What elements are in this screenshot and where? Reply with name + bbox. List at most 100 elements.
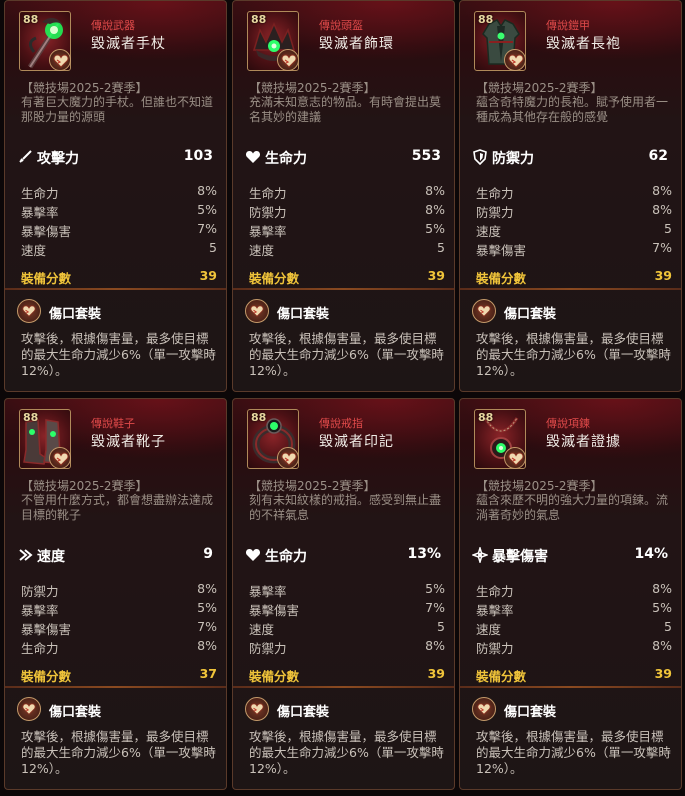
item-level: 88 bbox=[478, 411, 494, 424]
heart-icon bbox=[245, 149, 261, 165]
sub-stat-value: 8% bbox=[425, 638, 445, 653]
gear-score: 裝備分數 37 bbox=[21, 666, 217, 684]
sub-stat-row: 暴擊傷害 7% bbox=[476, 238, 672, 258]
divider bbox=[233, 288, 454, 290]
divider bbox=[460, 686, 681, 688]
main-stat-label: 防禦力 bbox=[492, 151, 534, 167]
item-description: 有著巨大魔力的手杖。但誰也不知道那股力量的源頭 bbox=[21, 95, 214, 124]
gear-score-label: 裝備分數 bbox=[21, 669, 72, 684]
gear-score: 裝備分數 39 bbox=[476, 666, 672, 684]
item-rarity: 傳說武器 bbox=[91, 19, 135, 32]
sub-stat-value: 8% bbox=[425, 202, 445, 217]
set-name: 傷口套裝 bbox=[277, 705, 330, 720]
sub-stat-value: 7% bbox=[652, 240, 672, 255]
sub-stats: 生命力 8% 防禦力 8% 暴擊率 5% 速度 5 bbox=[249, 181, 445, 258]
sub-stat-row: 暴擊傷害 7% bbox=[21, 617, 217, 637]
sub-stat-row: 生命力 8% bbox=[21, 181, 217, 201]
sub-stat-value: 8% bbox=[652, 202, 672, 217]
sub-stat-row: 暴擊率 5% bbox=[249, 579, 445, 599]
sub-stat-value: 8% bbox=[197, 183, 217, 198]
gear-score-value: 39 bbox=[654, 666, 672, 681]
item-rarity: 傳說鎧甲 bbox=[546, 19, 590, 32]
item-name: 毀滅者印記 bbox=[319, 434, 394, 450]
sub-stat-value: 5% bbox=[197, 600, 217, 615]
sub-stat-value: 8% bbox=[652, 183, 672, 198]
wound-set-icon bbox=[17, 299, 41, 323]
set-description: 攻擊後，根據傷害量，最多使目標的最大生命力減少6%（單一攻擊時12%）。 bbox=[21, 729, 216, 776]
sub-stat-value: 5% bbox=[425, 221, 445, 236]
set-name: 傷口套裝 bbox=[49, 705, 102, 720]
main-stat-value: 14% bbox=[634, 546, 668, 562]
equipment-card[interactable]: 88 傳說武器 毀滅者手杖 【競技場2025-2賽季】 有著巨大魔力的手杖。但誰… bbox=[4, 0, 227, 392]
sub-stat-row: 防禦力 8% bbox=[476, 636, 672, 656]
season-tag: 【競技場2025-2賽季】 bbox=[476, 479, 603, 493]
equipment-card[interactable]: 88 傳說戒指 毀滅者印記 【競技場2025-2賽季】 刻有未知紋樣的戒指。感受… bbox=[232, 398, 455, 790]
wound-set-icon bbox=[472, 697, 496, 721]
gear-score-label: 裝備分數 bbox=[249, 669, 300, 684]
wound-set-badge-icon bbox=[504, 447, 526, 469]
item-rarity: 傳說頭盔 bbox=[319, 19, 363, 32]
heart-icon bbox=[245, 547, 261, 563]
sub-stat-row: 暴擊率 5% bbox=[21, 200, 217, 220]
sub-stat-row: 生命力 8% bbox=[21, 636, 217, 656]
main-stat: 防禦力 62 bbox=[472, 146, 672, 168]
sub-stat-row: 生命力 8% bbox=[476, 579, 672, 599]
main-stat: 生命力 553 bbox=[245, 146, 445, 168]
sub-stat-value: 5 bbox=[664, 619, 672, 634]
sub-stat-row: 防禦力 8% bbox=[21, 579, 217, 599]
sub-stat-row: 防禦力 8% bbox=[249, 200, 445, 220]
main-stat-value: 62 bbox=[648, 148, 668, 164]
equipment-card[interactable]: 88 傳說項鍊 毀滅者證據 【競技場2025-2賽季】 蘊含來歷不明的強大力量的… bbox=[459, 398, 682, 790]
sub-stat-value: 5 bbox=[437, 619, 445, 634]
sword-icon bbox=[17, 149, 33, 165]
sub-stat-row: 速度 5 bbox=[249, 617, 445, 637]
sub-stat-row: 防禦力 8% bbox=[476, 200, 672, 220]
main-stat-value: 553 bbox=[411, 148, 441, 164]
set-description: 攻擊後，根據傷害量，最多使目標的最大生命力減少6%（單一攻擊時12%）。 bbox=[249, 729, 444, 776]
wound-set-icon bbox=[472, 299, 496, 323]
crit-damage-icon bbox=[470, 545, 490, 565]
divider bbox=[5, 686, 226, 688]
main-stat-value: 9 bbox=[203, 546, 213, 562]
gear-score: 裝備分數 39 bbox=[249, 268, 445, 286]
sub-stat-row: 生命力 8% bbox=[476, 181, 672, 201]
main-stat-value: 103 bbox=[183, 148, 213, 164]
sub-stat-value: 8% bbox=[425, 183, 445, 198]
main-stat: 生命力 13% bbox=[245, 544, 445, 566]
gear-score-value: 39 bbox=[427, 666, 445, 681]
sub-stat-value: 5% bbox=[197, 202, 217, 217]
item-rarity: 傳說戒指 bbox=[319, 417, 363, 430]
set-name: 傷口套裝 bbox=[277, 307, 330, 322]
sub-stat-value: 7% bbox=[197, 619, 217, 634]
item-level: 88 bbox=[23, 411, 39, 424]
item-rarity: 傳說鞋子 bbox=[91, 417, 135, 430]
sub-stat-value: 5 bbox=[437, 240, 445, 255]
item-description: 不管用什麼方式，都會想盡辦法達成目標的靴子 bbox=[21, 493, 214, 522]
equipment-card[interactable]: 88 傳說鎧甲 毀滅者長袍 【競技場2025-2賽季】 蘊含奇特魔力的長袍。賦予… bbox=[459, 0, 682, 392]
gear-score: 裝備分數 39 bbox=[476, 268, 672, 286]
gear-score: 裝備分數 39 bbox=[21, 268, 217, 286]
sub-stat-row: 防禦力 8% bbox=[249, 636, 445, 656]
equipment-card[interactable]: 88 傳說鞋子 毀滅者靴子 【競技場2025-2賽季】 不管用什麼方式，都會想盡… bbox=[4, 398, 227, 790]
main-stat-label: 生命力 bbox=[265, 549, 307, 565]
sub-stat-row: 速度 5 bbox=[249, 238, 445, 258]
item-name: 毀滅者手杖 bbox=[91, 36, 166, 52]
main-stat-label: 暴擊傷害 bbox=[492, 549, 548, 565]
equipment-card[interactable]: 88 傳說頭盔 毀滅者飾環 【競技場2025-2賽季】 充滿未知意志的物品。有時… bbox=[232, 0, 455, 392]
set-name: 傷口套裝 bbox=[504, 307, 557, 322]
sub-stat-value: 8% bbox=[652, 581, 672, 596]
season-tag: 【競技場2025-2賽季】 bbox=[21, 479, 148, 493]
sub-stat-value: 5% bbox=[425, 581, 445, 596]
item-description: 蘊含奇特魔力的長袍。賦予使用者一種成為其他存在般的感覺 bbox=[476, 95, 669, 124]
sub-stat-row: 速度 5 bbox=[21, 238, 217, 258]
season-tag: 【競技場2025-2賽季】 bbox=[21, 81, 148, 95]
sub-stats: 生命力 8% 暴擊率 5% 速度 5 防禦力 8% bbox=[476, 579, 672, 656]
sub-stat-label: 速度 bbox=[21, 243, 47, 258]
gear-score-value: 39 bbox=[427, 268, 445, 283]
wound-set-icon bbox=[245, 697, 269, 721]
sub-stat-value: 7% bbox=[425, 600, 445, 615]
gear-score-label: 裝備分數 bbox=[476, 669, 527, 684]
season-tag: 【競技場2025-2賽季】 bbox=[476, 81, 603, 95]
item-description: 充滿未知意志的物品。有時會提出莫名其妙的建議 bbox=[249, 95, 442, 124]
gear-score-value: 37 bbox=[199, 666, 217, 681]
